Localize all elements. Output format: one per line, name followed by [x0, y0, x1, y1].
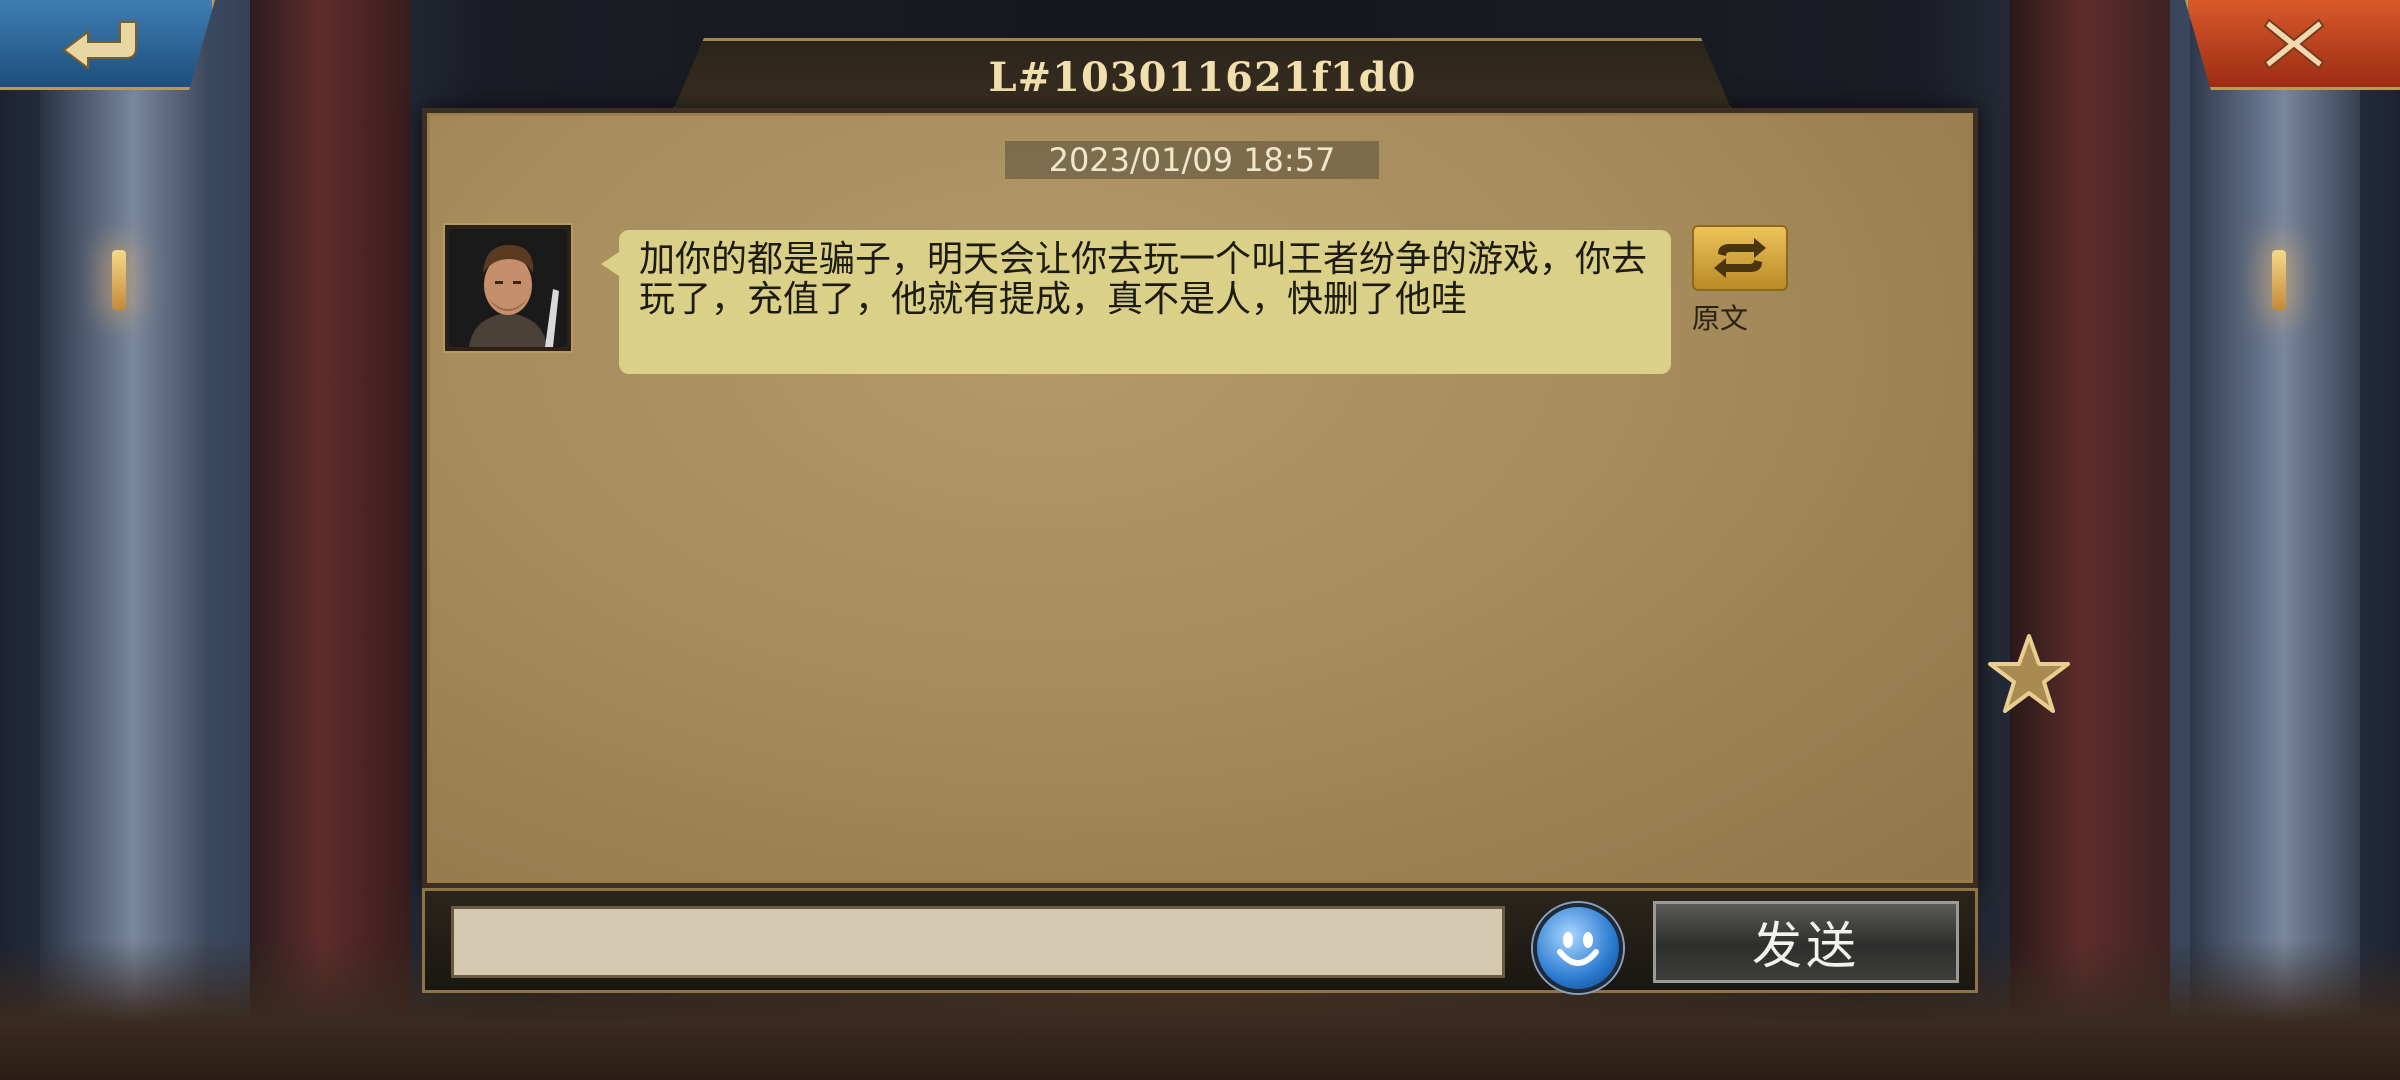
background-pillar — [40, 0, 210, 1080]
background-pillar — [2190, 0, 2360, 1080]
translate-button[interactable] — [1692, 225, 1788, 291]
send-button[interactable]: 发送 — [1653, 901, 1959, 983]
composer-bar: 发送 — [422, 888, 1978, 993]
conversation-title: L#103011621f1d0 — [988, 53, 1417, 101]
candle — [2272, 250, 2286, 310]
background-curtain — [250, 0, 410, 1080]
close-x-icon — [2263, 18, 2325, 69]
back-arrow-icon — [62, 20, 137, 70]
translate-label: 原文 — [1692, 302, 1749, 335]
message-input[interactable] — [451, 906, 1505, 978]
smiley-icon — [1557, 932, 1599, 966]
background-curtain — [2010, 0, 2170, 1080]
message-timestamp: 2023/01/09 18:57 — [1005, 141, 1379, 179]
message-text: 加你的都是骗子，明天会让你去玩一个叫王者纷争的游戏，你去玩了，充值了，他就有提成… — [639, 239, 1648, 320]
back-button[interactable] — [0, 0, 215, 90]
favorite-button[interactable] — [1984, 630, 2074, 720]
chat-panel: 2023/01/09 18:57 加你的都是骗子，明天会让你去玩一个叫王者纷争的… — [422, 108, 1978, 888]
emoji-button[interactable] — [1533, 903, 1623, 993]
candle — [112, 250, 126, 310]
star-icon — [1988, 634, 2070, 713]
swap-arrows-icon — [1714, 238, 1766, 278]
close-button[interactable] — [2185, 0, 2400, 90]
avatar-portrait-icon — [449, 229, 567, 347]
title-plate: L#103011621f1d0 — [672, 38, 1733, 113]
message-bubble: 加你的都是骗子，明天会让你去玩一个叫王者纷争的游戏，你去玩了，充值了，他就有提成… — [601, 230, 1671, 374]
player-avatar[interactable] — [445, 225, 571, 351]
